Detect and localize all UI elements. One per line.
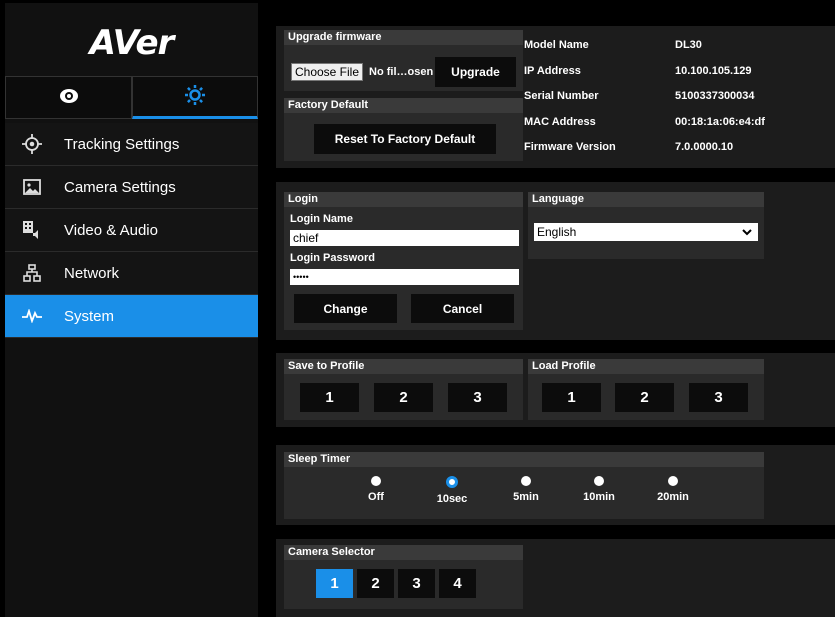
- sleep-option-label: 5min: [513, 491, 539, 503]
- save-profile-1-button[interactable]: 1: [300, 383, 359, 412]
- mac-address-value: 00:18:1a:06:e4:df: [675, 116, 765, 128]
- ip-address-label: IP Address: [524, 65, 581, 77]
- gear-icon: [183, 83, 207, 110]
- pulse-icon: [22, 306, 42, 326]
- cancel-button[interactable]: Cancel: [411, 294, 514, 323]
- radio-button[interactable]: [521, 476, 531, 486]
- sidebar-item-system[interactable]: System: [5, 295, 258, 338]
- sidebar-item-camera-settings[interactable]: Camera Settings: [5, 166, 258, 209]
- sleep-option-label: 10min: [583, 491, 615, 503]
- login-password-label: Login Password: [290, 252, 375, 264]
- camera-selector-header: Camera Selector: [284, 545, 523, 560]
- ip-address-value: 10.100.105.129: [675, 65, 752, 77]
- sleep-option-5min[interactable]: 5min: [509, 476, 543, 503]
- model-name-value: DL30: [675, 39, 702, 51]
- sleep-option-20min[interactable]: 20min: [653, 476, 693, 503]
- load-profile-2-button[interactable]: 2: [615, 383, 674, 412]
- main-content: Upgrade firmware Choose File No fil…osen…: [262, 3, 835, 617]
- camera-3-button[interactable]: 3: [398, 569, 435, 598]
- firmware-version-value: 7.0.0000.10: [675, 141, 734, 153]
- sidebar-item-label: System: [64, 307, 115, 325]
- sleep-option-label: Off: [368, 491, 384, 503]
- sleep-timer-header: Sleep Timer: [284, 452, 764, 467]
- sidebar-item-label: Video & Audio: [64, 221, 158, 239]
- camera-4-button[interactable]: 4: [439, 569, 476, 598]
- save-profile-header: Save to Profile: [284, 359, 523, 374]
- login-password-input[interactable]: •••••: [290, 269, 519, 285]
- load-profile-3-button[interactable]: 3: [689, 383, 748, 412]
- sidebar-item-label: Tracking Settings: [64, 135, 180, 153]
- tab-settings[interactable]: [132, 76, 258, 119]
- sidebar-item-video-audio[interactable]: Video & Audio: [5, 209, 258, 252]
- sleep-option-label: 20min: [657, 491, 689, 503]
- login-name-label: Login Name: [290, 213, 353, 225]
- aver-logo: AVer: [89, 23, 175, 63]
- upgrade-firmware-header: Upgrade firmware: [284, 30, 523, 45]
- factory-default-header: Factory Default: [284, 98, 523, 113]
- sidebar-nav: Tracking Settings Camera Settings Video …: [5, 123, 258, 338]
- upgrade-button[interactable]: Upgrade: [435, 57, 516, 87]
- sidebar: AVer Tracking Settings Camera Settings V…: [5, 3, 258, 617]
- radio-button-selected[interactable]: [446, 476, 458, 488]
- mac-address-label: MAC Address: [524, 116, 596, 128]
- tab-view[interactable]: [5, 76, 132, 119]
- radio-button[interactable]: [594, 476, 604, 486]
- sidebar-item-network[interactable]: Network: [5, 252, 258, 295]
- chevron-down-icon: [742, 223, 752, 246]
- load-profile-1-button[interactable]: 1: [542, 383, 601, 412]
- radio-button[interactable]: [668, 476, 678, 486]
- sidebar-item-label: Camera Settings: [64, 178, 176, 196]
- load-profile-header: Load Profile: [528, 359, 764, 374]
- network-icon: [22, 263, 42, 283]
- choose-file-button[interactable]: Choose File: [291, 63, 363, 81]
- video-audio-icon: [22, 220, 42, 240]
- language-header: Language: [528, 192, 764, 207]
- sidebar-item-label: Network: [64, 264, 120, 282]
- sleep-option-10min[interactable]: 10min: [579, 476, 619, 503]
- file-name-text: No fil…osen: [369, 66, 434, 78]
- sleep-option-label: 10sec: [436, 493, 468, 505]
- serial-number-value: 5100337300034: [675, 90, 755, 102]
- image-icon: [22, 177, 42, 197]
- eye-icon: [59, 88, 79, 107]
- camera-1-button[interactable]: 1: [316, 569, 353, 598]
- model-name-label: Model Name: [524, 39, 589, 51]
- save-profile-3-button[interactable]: 3: [448, 383, 507, 412]
- reset-factory-default-button[interactable]: Reset To Factory Default: [314, 124, 496, 154]
- sidebar-item-tracking-settings[interactable]: Tracking Settings: [5, 123, 258, 166]
- language-select[interactable]: English: [534, 223, 758, 241]
- sleep-option-off[interactable]: Off: [361, 476, 391, 503]
- mode-tabs: [5, 76, 258, 122]
- change-button[interactable]: Change: [294, 294, 397, 323]
- language-selected-value: English: [537, 225, 577, 239]
- radio-button[interactable]: [371, 476, 381, 486]
- crosshair-icon: [22, 134, 42, 154]
- serial-number-label: Serial Number: [524, 90, 599, 102]
- login-name-input[interactable]: chief: [290, 230, 519, 246]
- login-header: Login: [284, 192, 523, 207]
- camera-2-button[interactable]: 2: [357, 569, 394, 598]
- save-profile-2-button[interactable]: 2: [374, 383, 433, 412]
- sleep-option-10sec[interactable]: 10sec: [432, 476, 472, 505]
- firmware-version-label: Firmware Version: [524, 141, 616, 153]
